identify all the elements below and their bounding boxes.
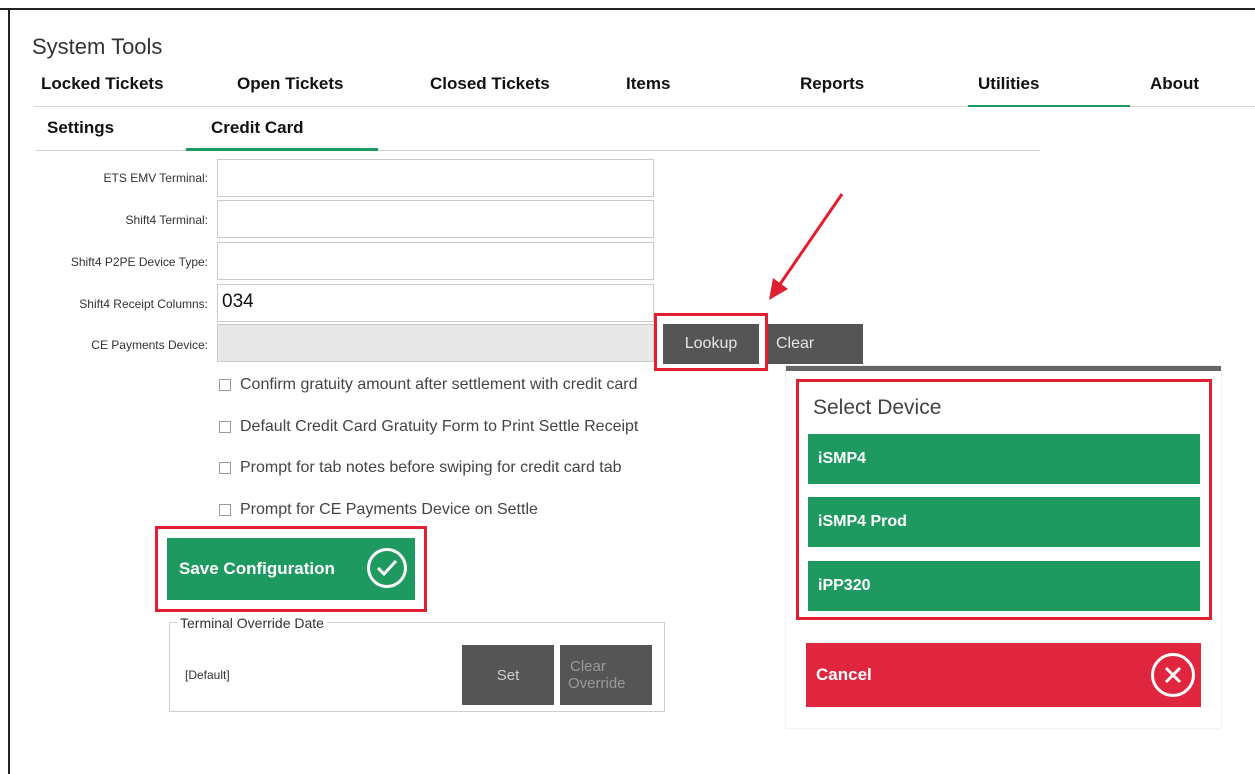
shift4-receipt-columns-value: 034 <box>222 291 254 312</box>
subtab-settings[interactable]: Settings <box>47 118 114 138</box>
terminal-override-legend: Terminal Override Date <box>177 615 327 631</box>
save-configuration-button[interactable]: Save Configuration <box>167 538 415 600</box>
shift4-receipt-columns-field[interactable]: 034 <box>217 284 654 322</box>
option-confirm-gratuity[interactable]: Confirm gratuity amount after settlement… <box>219 376 638 394</box>
clear-button[interactable]: Clear <box>768 324 863 364</box>
clear-override-button[interactable]: Clear Override <box>560 645 652 705</box>
screenshot-top-border <box>0 8 1255 10</box>
device-option-ismp4-prod[interactable]: iSMP4 Prod <box>808 497 1200 547</box>
shift4-terminal-label: Shift4 Terminal: <box>125 213 208 227</box>
checkbox-icon <box>219 504 231 516</box>
ets-emv-terminal-label: ETS EMV Terminal: <box>103 171 208 185</box>
active-tab-indicator <box>968 105 1130 107</box>
checkbox-icon <box>219 379 231 391</box>
ce-payments-device-field <box>217 324 654 362</box>
ets-emv-terminal-field[interactable] <box>217 159 654 197</box>
tab-open-tickets[interactable]: Open Tickets <box>237 74 343 94</box>
tab-about[interactable]: About <box>1150 74 1199 94</box>
option-default-gratuity-form[interactable]: Default Credit Card Gratuity Form to Pri… <box>219 418 638 436</box>
shift4-receipt-columns-label: Shift4 Receipt Columns: <box>79 297 208 311</box>
save-configuration-label: Save Configuration <box>179 559 335 578</box>
shift4-p2pe-field[interactable] <box>217 242 654 280</box>
tab-closed-tickets[interactable]: Closed Tickets <box>430 74 550 94</box>
window-title: System Tools <box>32 34 163 59</box>
shift4-terminal-field[interactable] <box>217 200 654 238</box>
checkbox-icon <box>219 421 231 433</box>
option-prompt-ce-device[interactable]: Prompt for CE Payments Device on Settle <box>219 501 538 519</box>
red-arrow-annotation <box>769 193 844 300</box>
cancel-label: Cancel <box>816 665 872 684</box>
tab-locked-tickets[interactable]: Locked Tickets <box>41 74 164 94</box>
option-prompt-tab-notes[interactable]: Prompt for tab notes before swiping for … <box>219 459 622 477</box>
dialog-title: Select Device <box>813 396 942 419</box>
screenshot-left-border <box>8 8 10 774</box>
lookup-button[interactable]: Lookup <box>663 324 759 364</box>
subtab-credit-card[interactable]: Credit Card <box>211 118 304 138</box>
checkmark-icon <box>367 548 407 588</box>
shift4-p2pe-label: Shift4 P2PE Device Type: <box>70 255 208 269</box>
active-subtab-indicator <box>186 148 378 151</box>
tab-items[interactable]: Items <box>626 74 670 94</box>
set-button[interactable]: Set <box>462 645 554 705</box>
tab-reports[interactable]: Reports <box>800 74 864 94</box>
device-option-ismp4[interactable]: iSMP4 <box>808 434 1200 484</box>
tab-utilities[interactable]: Utilities <box>978 74 1039 94</box>
cancel-button[interactable]: Cancel <box>806 643 1201 707</box>
device-option-ipp320[interactable]: iPP320 <box>808 561 1200 611</box>
checkbox-icon <box>219 462 231 474</box>
terminal-override-value: [Default] <box>185 668 230 682</box>
ce-payments-device-label: CE Payments Device: <box>91 338 208 352</box>
close-icon <box>1151 653 1195 697</box>
